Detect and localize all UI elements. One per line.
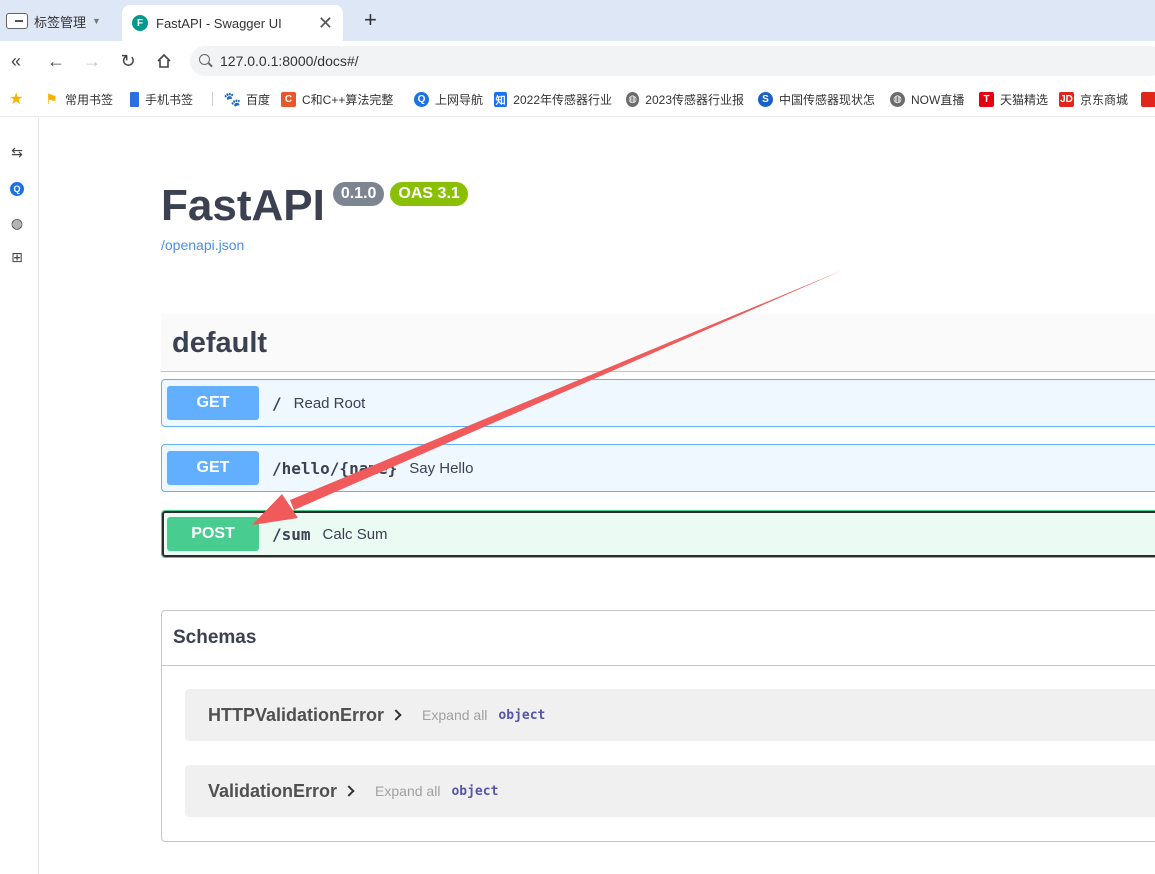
tag-name: default xyxy=(172,327,268,359)
bookmark-item[interactable]: 手机书签 xyxy=(130,90,193,108)
browser-sidebar: ⇆ Q ◍ ⊞ xyxy=(0,118,39,874)
browser-tabstrip: 标签管理 ▼ F FastAPI - Swagger UI ✕ + xyxy=(0,0,1155,41)
operation-summary: Say Hello xyxy=(409,459,474,477)
bookmark-icon: ⚑ xyxy=(45,90,58,107)
chevron-right-icon xyxy=(343,785,355,797)
tab-title: FastAPI - Swagger UI xyxy=(156,15,282,31)
bookmark-favorites-star[interactable]: ★ xyxy=(9,90,23,108)
phone-icon xyxy=(130,91,139,107)
bookmark-item[interactable]: ⚑ 常用书签 xyxy=(44,90,113,108)
bookmark-item[interactable]: ◍ NOW直播 xyxy=(890,90,964,108)
tab-manager-button[interactable]: 标签管理 ▼ xyxy=(6,9,101,33)
info-header: FastAPI 0.1.0 OAS 3.1 xyxy=(161,180,468,232)
bookmark-item[interactable]: 知 2022年传感器行业 xyxy=(494,90,612,108)
chevron-right-icon xyxy=(390,709,402,721)
swap-icon[interactable]: ⇆ xyxy=(8,143,26,161)
model-name: HTTPValidationError xyxy=(208,704,385,725)
tmall-icon: T xyxy=(979,91,994,107)
chevron-down-icon: ▼ xyxy=(92,16,101,26)
bookmark-overflow-icon[interactable] xyxy=(1141,90,1155,108)
globe-icon: ◍ xyxy=(890,91,905,107)
oas-badge: OAS 3.1 xyxy=(390,182,468,206)
browser-toolbar: « ← → ↻ 127.0.0.1:8000/docs#/ xyxy=(0,41,1155,81)
operation-post-sum[interactable]: POST /sum Calc Sum xyxy=(161,510,1155,558)
close-icon[interactable]: ✕ xyxy=(318,14,333,32)
page-title: FastAPI xyxy=(161,181,325,230)
jd-icon: JD xyxy=(1059,91,1074,107)
q-icon: Q xyxy=(414,91,429,107)
bookmark-item[interactable]: S 中国传感器现状怎 xyxy=(758,90,876,108)
globe-icon[interactable]: ◍ xyxy=(8,214,26,232)
schemas-title[interactable]: Schemas xyxy=(162,611,1155,666)
model-type: object xyxy=(451,783,499,799)
expand-all-button[interactable]: Expand all xyxy=(422,707,487,723)
operation-path: /hello/{name} xyxy=(272,458,398,478)
zhi-icon: 知 xyxy=(494,91,508,107)
schemas-section: Schemas HTTPValidationError Expand all o… xyxy=(161,610,1155,842)
collapse-sidebar-icon[interactable]: « xyxy=(4,49,28,73)
method-badge: GET xyxy=(167,386,259,420)
tab-manager-label: 标签管理 xyxy=(34,14,87,30)
model-http-validation-error[interactable]: HTTPValidationError Expand all object xyxy=(185,689,1155,741)
reload-icon[interactable]: ↻ xyxy=(116,49,140,73)
openapi-json-link[interactable]: /openapi.json xyxy=(161,237,244,253)
globe-icon: ◍ xyxy=(626,91,640,107)
swagger-page: FastAPI 0.1.0 OAS 3.1 /openapi.json defa… xyxy=(40,118,1155,874)
search-icon xyxy=(198,53,214,69)
bookmark-item[interactable]: JD 京东商城 xyxy=(1059,90,1128,108)
bookmarks-bar: ★ ⚑ 常用书签 手机书签 🐾 百度 C C和C++算法完整 Q 上网导航 知 … xyxy=(0,81,1155,117)
add-panel-icon[interactable]: ⊞ xyxy=(8,248,26,266)
bookmark-item[interactable]: ◍ 2023传感器行业报 xyxy=(626,90,744,108)
forward-icon[interactable]: → xyxy=(80,49,104,73)
bookmark-item[interactable]: Q 上网导航 xyxy=(414,90,483,108)
expand-all-button[interactable]: Expand all xyxy=(375,783,440,799)
back-icon[interactable]: ← xyxy=(44,49,68,73)
q-search-icon[interactable]: Q xyxy=(8,180,26,198)
method-badge: GET xyxy=(167,451,259,485)
bookmark-item[interactable]: C C和C++算法完整 xyxy=(281,90,399,108)
address-url: 127.0.0.1:8000/docs#/ xyxy=(220,53,359,69)
model-validation-error[interactable]: ValidationError Expand all object xyxy=(185,765,1155,817)
star-icon: ★ xyxy=(9,91,24,108)
tab-active[interactable]: F FastAPI - Swagger UI ✕ xyxy=(122,5,343,41)
operation-get-root[interactable]: GET / Read Root xyxy=(161,379,1155,427)
bookmark-item[interactable]: T 天猫精选 xyxy=(979,90,1048,108)
home-icon[interactable] xyxy=(152,49,176,73)
bookmark-item[interactable]: 🐾 百度 xyxy=(223,90,270,108)
bookmark-separator xyxy=(212,92,213,106)
s-icon: S xyxy=(758,91,773,107)
operation-summary: Read Root xyxy=(293,394,366,412)
address-bar[interactable]: 127.0.0.1:8000/docs#/ xyxy=(190,46,1155,76)
new-tab-button[interactable]: + xyxy=(364,8,377,32)
method-badge: POST xyxy=(167,517,259,551)
c-icon: C xyxy=(281,91,296,107)
tag-section-header[interactable]: default xyxy=(161,314,1155,372)
operation-get-hello[interactable]: GET /hello/{name} Say Hello xyxy=(161,444,1155,492)
model-name: ValidationError xyxy=(208,780,338,801)
fastapi-favicon-icon: F xyxy=(132,15,148,31)
baidu-icon: 🐾 xyxy=(223,90,242,107)
version-badge: 0.1.0 xyxy=(332,182,385,206)
operation-path: / xyxy=(272,393,282,413)
operation-path: /sum xyxy=(272,524,311,544)
operation-summary: Calc Sum xyxy=(322,525,388,543)
tab-manager-icon xyxy=(6,13,28,29)
model-type: object xyxy=(498,707,546,723)
